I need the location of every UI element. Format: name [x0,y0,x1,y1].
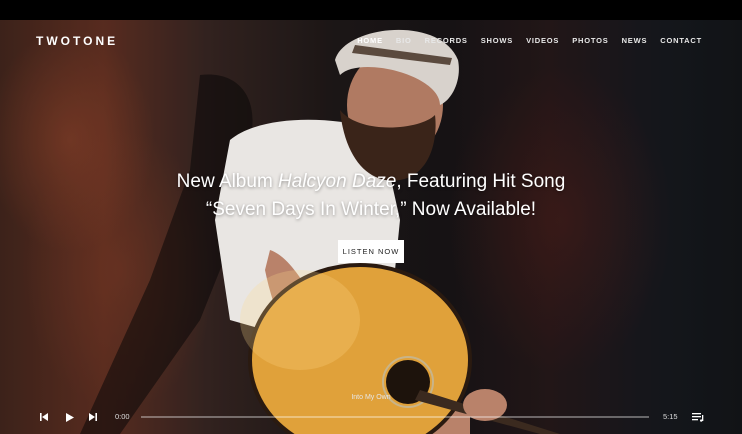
skip-back-icon[interactable] [37,410,51,424]
top-black-bar [0,0,742,20]
audio-player: Into My Own 0:00 5:15 [0,390,742,434]
track-title: Into My Own [351,394,391,401]
play-icon[interactable] [62,410,76,424]
headline-text: New Album [176,171,279,192]
nav-bio[interactable]: BIO [396,36,412,45]
headline-line2: “Seven Days In Winter,” Now Available! [205,199,537,220]
nav-shows[interactable]: SHOWS [481,36,513,45]
nav-photos[interactable]: PHOTOS [572,36,608,45]
nav-contact[interactable]: CONTACT [660,36,702,45]
site-logo[interactable]: TWOTONE [36,34,118,48]
listen-now-button[interactable]: LISTEN NOW [338,240,404,263]
current-time: 0:00 [115,412,130,421]
nav-home[interactable]: HOME [357,36,383,45]
main-nav: HOME BIO RECORDS SHOWS VIDEOS PHOTOS NEW… [357,36,702,45]
nav-news[interactable]: NEWS [622,36,648,45]
nav-videos[interactable]: VIDEOS [526,36,559,45]
album-title: Halcyon Daze [278,171,397,192]
progress-bar[interactable] [141,416,649,418]
hero-headline: New Album Halcyon Daze, Featuring Hit So… [0,168,742,224]
playlist-icon[interactable] [691,410,705,424]
nav-records[interactable]: RECORDS [425,36,468,45]
headline-text: , Featuring Hit Song [396,171,566,192]
duration: 5:15 [663,412,678,421]
hero-photo-musician [80,29,560,434]
hero-section: TWOTONE HOME BIO RECORDS SHOWS VIDEOS PH… [0,20,742,434]
skip-forward-icon[interactable] [86,410,100,424]
